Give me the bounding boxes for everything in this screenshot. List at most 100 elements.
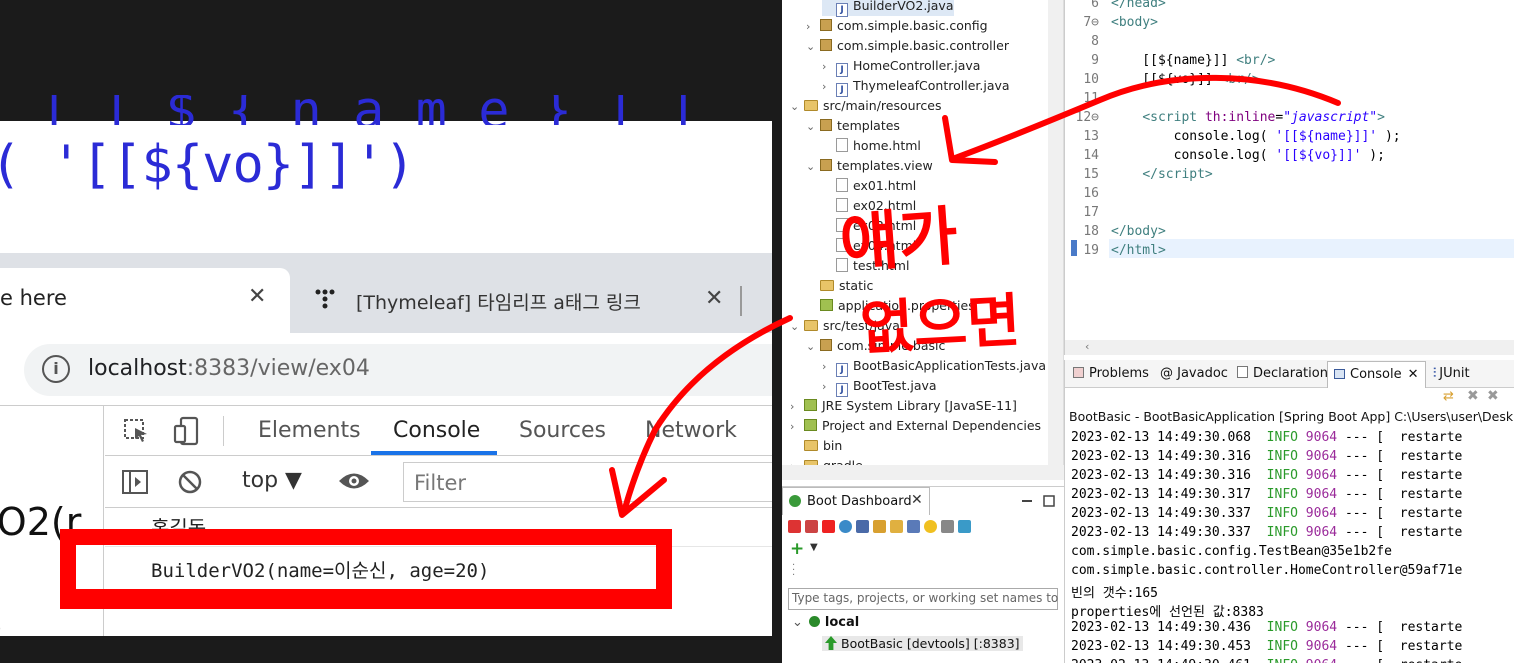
boot-group-local[interactable]: ⌄ local [792,615,859,630]
tree-item[interactable]: › com.simple.basic.config [806,16,988,36]
tree-item[interactable]: › JRE System Library [JavaSE-11] [790,396,1017,416]
chevron-right-icon[interactable]: › [822,357,836,377]
browser-tab-active[interactable]: e here ✕ [0,268,290,333]
tree-item[interactable]: application.properties [806,296,975,316]
eye-icon[interactable] [337,470,371,492]
chevron-down-icon[interactable]: ⌄ [790,317,804,337]
filter-input[interactable]: Filter [403,462,781,502]
chevron-right-icon[interactable]: › [822,377,836,397]
start-icon[interactable] [788,520,801,533]
code-line[interactable]: [[${name}]] <br/> [1111,53,1275,68]
code-line[interactable]: console.log( '[[${vo}]]' ); [1111,148,1385,163]
tree-item[interactable]: ⌄ src/test/java [790,316,900,336]
filter-icon[interactable] [958,520,971,533]
console-icon [1334,369,1345,379]
address-url[interactable]: localhost:8383/view/ex04 [88,356,370,381]
terminate-icon[interactable]: ✖ [1467,388,1479,404]
address-bar[interactable]: i localhost:8383/view/ex04 [24,344,781,396]
code-line[interactable]: </script> [1111,167,1212,182]
sidebar-toggle-icon[interactable] [121,469,149,495]
clear-console-icon[interactable] [177,469,203,495]
tree-item[interactable]: ⌄ com.simple.basic [806,336,945,356]
device-toolbar-icon[interactable] [173,416,201,446]
tree-scrollbar-vertical[interactable] [1048,0,1063,465]
tree-item[interactable]: ⌄ src/main/resources [790,96,941,116]
tree-item[interactable]: ex04.html [822,236,916,256]
code-editor[interactable]: 6 </head> 7⊖ <body> 8 9 [[${name}]] <br/> 10 [… [1064,0,1514,355]
close-icon[interactable]: ✕ [911,492,923,508]
refresh-icon[interactable] [873,520,886,533]
chevron-down-icon[interactable]: ⌄ [806,157,820,177]
context-selector[interactable]: top ▼ [242,468,302,493]
console-icon[interactable] [856,520,869,533]
chevron-right-icon[interactable]: › [790,417,804,437]
add-icon[interactable]: + [790,539,804,559]
chevron-right-icon[interactable]: › [806,17,820,37]
tab-console[interactable]: Console ✕ [1327,361,1426,388]
edit-icon[interactable] [890,520,903,533]
tree-item[interactable]: J BuilderVO2.java [822,0,954,17]
tab-junit[interactable]: ⫶ JUnit [1433,366,1470,381]
stop-icon[interactable] [822,520,835,533]
close-icon[interactable]: ✕ [1408,367,1419,382]
tab-network[interactable]: Network [645,418,737,443]
tree-item[interactable]: › J HomeController.java [822,56,981,77]
menu-icon[interactable] [941,520,954,533]
remove-all-icon[interactable]: ✖ [1487,388,1499,404]
tree-item[interactable]: › J ThymeleafController.java [822,76,1010,97]
tab-problems[interactable]: Problems [1073,366,1149,381]
close-icon[interactable]: ✕ [248,284,266,309]
boot-search-input[interactable]: Type tags, projects, or working set name… [788,588,1058,610]
editor-scrollbar[interactable]: ‹ [1065,340,1514,355]
open-web-icon[interactable] [839,520,852,533]
tab-console[interactable]: Console [393,418,480,443]
tree-item[interactable]: › Project and External Dependencies [790,416,1041,436]
inspect-element-icon[interactable] [123,418,151,444]
code-line[interactable]: <script th:inline="javascript"> [1111,110,1385,125]
tree-item[interactable]: static [806,276,873,296]
chevron-down-icon[interactable]: ⌄ [806,37,820,57]
tree-scrollbar-horizontal[interactable] [782,465,1064,480]
chevron-down-icon[interactable]: ⌄ [790,97,804,117]
browser-tab-thymeleaf[interactable]: [Thymeleaf] 타임리프 a태그 링크 ✕ [300,268,742,333]
dropdown-icon[interactable]: ▼ [810,542,818,553]
tree-item[interactable]: home.html [822,136,921,156]
boot-dashboard-tab[interactable]: Boot Dashboard ✕ [782,487,930,515]
code-line[interactable]: </body> [1111,224,1166,239]
tab-sources[interactable]: Sources [519,418,606,443]
boot-app-item[interactable]: BootBasic [devtools] [:8383] [822,636,1023,651]
tree-item[interactable]: › J BootBasicApplicationTests.java [822,356,1046,377]
log-pid: 9064 [1298,658,1337,663]
tree-item[interactable]: ex03.html [822,216,916,236]
tree-item[interactable]: ⌄ templates [806,116,900,136]
tree-item[interactable]: ex02.html [822,196,916,216]
tree-item[interactable]: ⌄ com.simple.basic.controller [806,36,1009,56]
code-line[interactable]: [[${vo}]] <br/> [1111,72,1259,87]
chevron-down-icon[interactable]: ⌄ [806,117,820,137]
code-line[interactable]: <body> [1111,15,1158,30]
tree-item[interactable]: › J BootTest.java [822,376,937,397]
code-line[interactable]: </head> [1111,0,1166,11]
close-icon[interactable]: ✕ [705,286,723,311]
chevron-right-icon[interactable]: › [822,57,836,77]
tree-item[interactable]: ex01.html [822,176,916,196]
view-controls-icon[interactable] [1020,495,1060,507]
chevron-down-icon[interactable]: ⌄ [806,337,820,357]
link-icon[interactable]: ⇄ [1443,389,1454,404]
bulb-icon[interactable] [924,520,937,533]
info-icon[interactable]: i [42,355,70,383]
tree-item[interactable]: bin [790,436,842,456]
tab-declaration[interactable]: Declaration [1237,366,1328,381]
tab-elements[interactable]: Elements [258,418,361,443]
tab-javadoc[interactable]: @ Javadoc [1160,366,1228,381]
tree-item-label: HomeController.java [853,58,981,73]
chevron-right-icon[interactable]: › [822,77,836,97]
properties-icon[interactable] [907,520,920,533]
scroll-left-icon[interactable]: ‹ [1085,340,1089,353]
chevron-right-icon[interactable]: › [790,397,804,417]
code-line[interactable]: console.log( '[[${name}]]' ); [1111,129,1401,144]
debug-icon[interactable] [805,520,818,533]
tree-item[interactable]: ⌄ templates.view [806,156,933,176]
tree-item[interactable]: test.html [822,256,909,276]
code-line[interactable]: </html> [1111,243,1166,258]
